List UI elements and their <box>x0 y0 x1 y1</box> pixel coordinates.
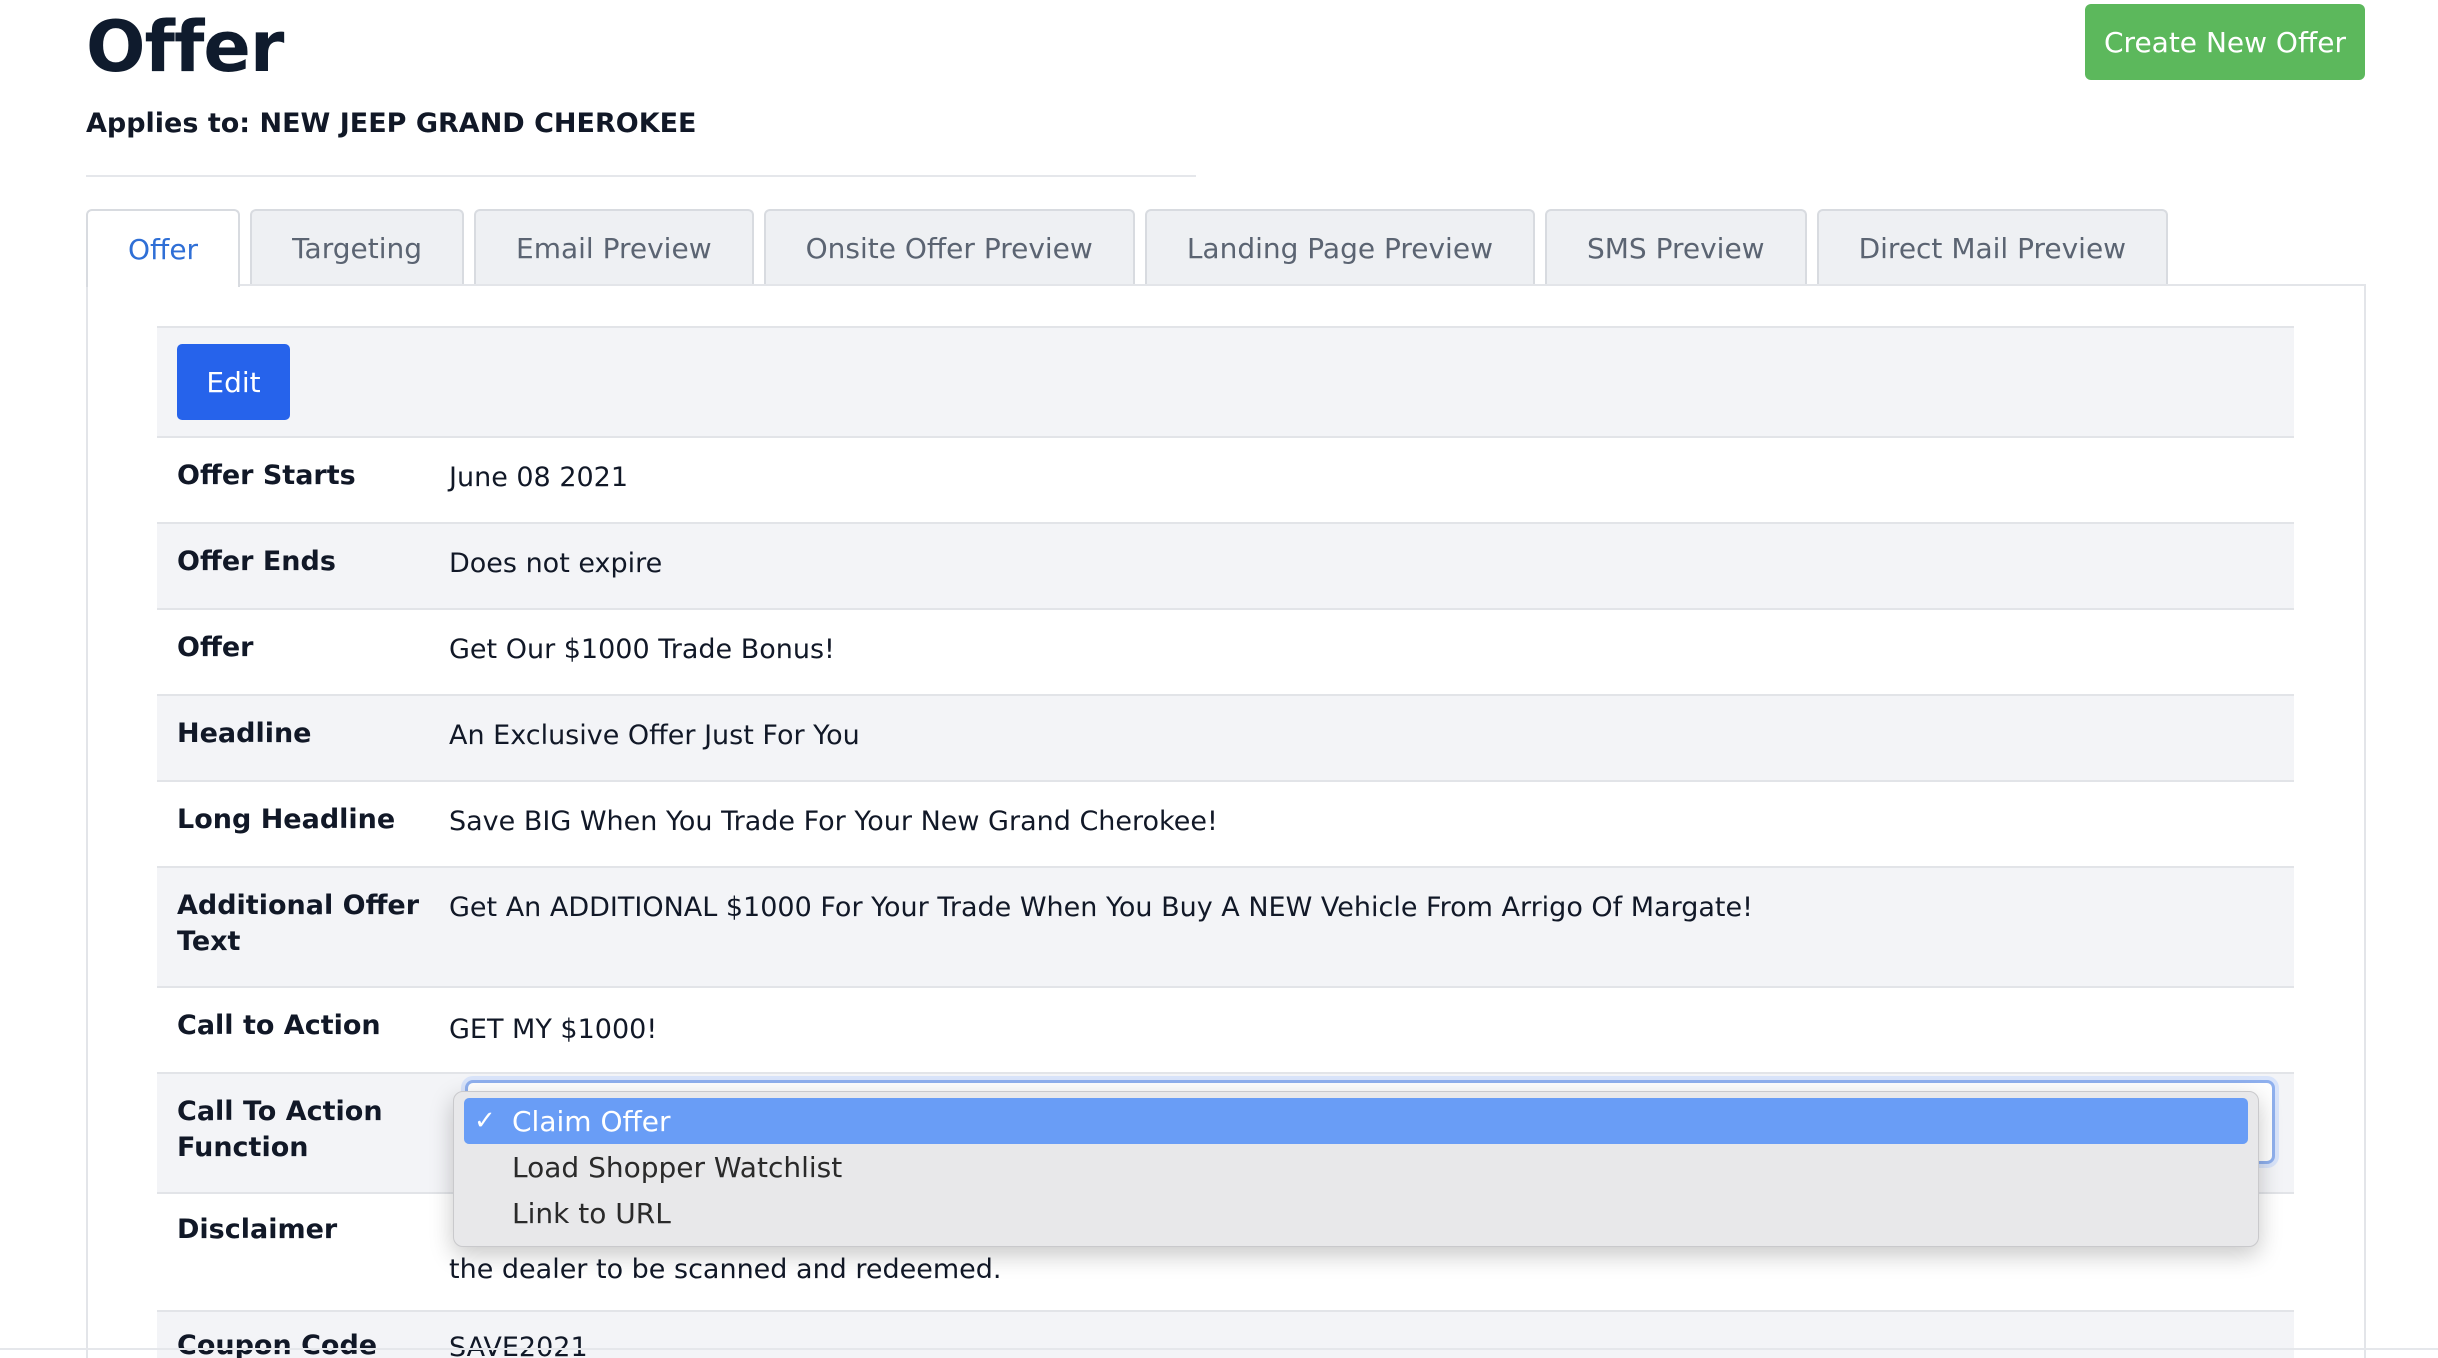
field-label: Headline <box>177 718 312 749</box>
field-label: Coupon Code <box>177 1330 378 1358</box>
field-label: Additional Offer Text <box>177 890 420 957</box>
tab-onsite-offer-preview[interactable]: Onsite Offer Preview <box>763 209 1135 285</box>
table-row: Long Headline Save BIG When You Trade Fo… <box>157 780 2294 866</box>
field-label: Offer <box>177 632 254 663</box>
field-label: Call to Action <box>177 1010 381 1041</box>
tab-targeting[interactable]: Targeting <box>250 209 465 285</box>
table-row: Offer Starts June 08 2021 <box>157 436 2294 522</box>
field-value: Does not expire <box>449 548 663 579</box>
option-label: Load Shopper Watchlist <box>512 1150 843 1184</box>
tab-email-preview[interactable]: Email Preview <box>474 209 754 285</box>
dropdown-option-load-shopper-watchlist[interactable]: Load Shopper Watchlist <box>464 1144 2248 1190</box>
table-row: Call to Action GET MY $1000! <box>157 986 2294 1072</box>
field-value: June 08 2021 <box>449 462 629 493</box>
table-row: Offer Ends Does not expire <box>157 522 2294 608</box>
tab-sms-preview[interactable]: SMS Preview <box>1544 209 1807 285</box>
tab-offer[interactable]: Offer <box>86 209 241 287</box>
checkmark-icon: ✓ <box>474 1106 496 1136</box>
field-value: SAVE2021 <box>449 1332 588 1358</box>
tab-landing-page-preview[interactable]: Landing Page Preview <box>1144 209 1535 285</box>
dropdown-option-link-to-url[interactable]: Link to URL <box>464 1190 2248 1236</box>
field-value: GET MY $1000! <box>449 1014 658 1045</box>
edit-row: Edit <box>157 326 2294 436</box>
viewport-bottom-divider <box>0 1348 2438 1350</box>
field-label: Offer Ends <box>177 546 336 577</box>
tab-direct-mail-preview[interactable]: Direct Mail Preview <box>1816 209 2169 285</box>
tab-bar: Offer Targeting Email Preview Onsite Off… <box>86 209 2178 287</box>
field-value: Get Our $1000 Trade Bonus! <box>449 634 835 665</box>
table-row: Headline An Exclusive Offer Just For You <box>157 694 2294 780</box>
option-label: Claim Offer <box>512 1104 671 1138</box>
applies-to-text: Applies to: NEW JEEP GRAND CHEROKEE <box>86 108 697 139</box>
field-value: Save BIG When You Trade For Your New Gra… <box>449 806 1218 837</box>
table-row: Additional Offer Text Get An ADDITIONAL … <box>157 866 2294 986</box>
option-label: Link to URL <box>512 1196 671 1230</box>
edit-button[interactable]: Edit <box>177 344 290 420</box>
title-divider <box>86 175 1196 177</box>
table-row: Offer Get Our $1000 Trade Bonus! <box>157 608 2294 694</box>
page-title: Offer <box>86 6 284 88</box>
dropdown-option-claim-offer[interactable]: ✓ Claim Offer <box>464 1098 2248 1144</box>
field-label: Long Headline <box>177 804 396 835</box>
field-value: An Exclusive Offer Just For You <box>449 720 860 751</box>
field-label: Disclaimer <box>177 1214 338 1245</box>
field-label: Offer Starts <box>177 460 356 491</box>
cta-function-dropdown: ✓ Claim Offer Load Shopper Watchlist Lin… <box>453 1091 2259 1247</box>
table-row: Coupon Code SAVE2021 <box>157 1310 2294 1358</box>
create-new-offer-button[interactable]: Create New Offer <box>2085 4 2365 80</box>
field-value: Get An ADDITIONAL $1000 For Your Trade W… <box>449 892 1753 923</box>
field-label: Call To Action Function <box>177 1096 383 1163</box>
